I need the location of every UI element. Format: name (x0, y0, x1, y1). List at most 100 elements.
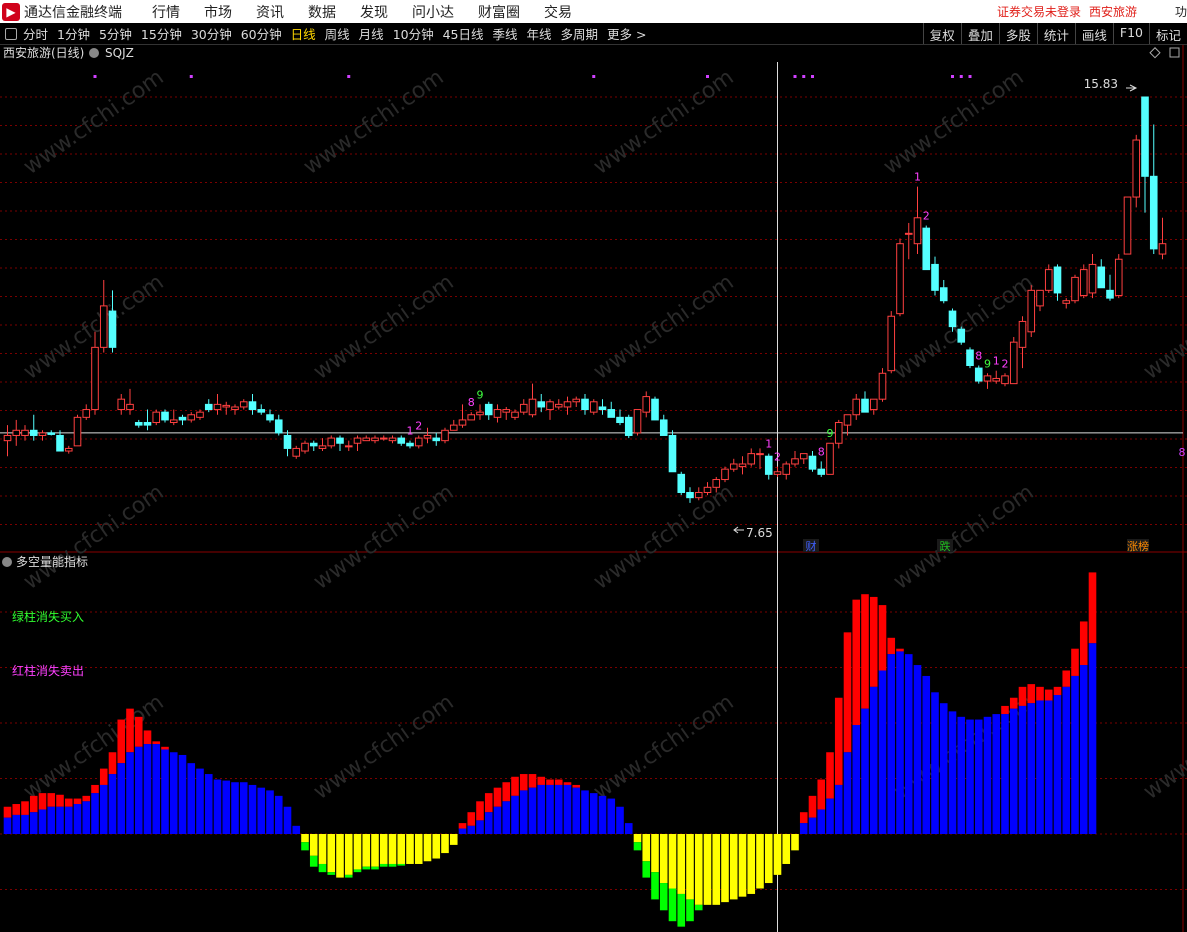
energy-bar-green (642, 861, 651, 878)
candle-body (511, 411, 519, 418)
energy-bar-red (56, 794, 64, 807)
energy-bar-blue (511, 795, 519, 834)
energy-bar-red (117, 719, 126, 764)
right-edge-label: 8 (1179, 446, 1186, 459)
energy-bar-blue (799, 823, 808, 834)
candle-body (1149, 175, 1158, 250)
candle-body (493, 409, 502, 418)
candle-body (64, 447, 73, 452)
energy-bar-red (1071, 648, 1079, 676)
energy-bar-blue (231, 782, 239, 834)
energy-bar-blue (29, 812, 38, 834)
energy-bar-blue (204, 774, 213, 834)
candle-body (344, 445, 353, 448)
energy-bar-yellow (336, 834, 344, 878)
sequence-mark: 2 (1002, 357, 1009, 370)
candle-body (406, 442, 414, 447)
energy-bar-red (887, 637, 896, 655)
watermark-text: www.cfchi.com (589, 65, 738, 180)
energy-bar-red (572, 784, 581, 788)
energy-bar-red (519, 774, 528, 791)
energy-bar-green (327, 872, 336, 875)
candle-body (712, 479, 721, 488)
energy-bar-blue (607, 798, 616, 834)
watermark-text: www.cfchi.com (19, 480, 168, 595)
watermark-text: www.cfchi.com (1139, 690, 1187, 805)
candle-body (791, 458, 799, 465)
energy-bar-red (826, 752, 834, 799)
energy-bar-blue (239, 782, 248, 834)
candle-body (476, 411, 484, 416)
stock-chart[interactable]: www.cfchi.com www.cfchi.com www.cfchi.com w… (0, 0, 1187, 932)
energy-bar-blue (624, 823, 633, 834)
energy-bar-red (3, 806, 12, 818)
energy-bar-yellow (309, 834, 318, 856)
energy-bar-red (12, 804, 21, 815)
candle-body (309, 442, 318, 447)
candle-body (966, 349, 974, 366)
energy-bar-blue (974, 719, 983, 834)
energy-bar-red (126, 708, 134, 753)
energy-bar-blue (948, 711, 957, 834)
energy-bar-blue (257, 787, 266, 834)
sequence-mark: 9 (477, 388, 484, 401)
energy-bar-green (379, 863, 388, 867)
candle-body (283, 434, 292, 449)
energy-bar-blue (1036, 700, 1044, 834)
energy-bar-red (108, 752, 117, 775)
energy-bar-yellow (388, 834, 397, 864)
energy-bar-yellow (633, 834, 642, 843)
candle-body (3, 434, 12, 442)
energy-bar-blue (1018, 705, 1027, 834)
energy-bar-blue (73, 804, 82, 834)
candle-body (659, 419, 668, 436)
energy-bar-blue (47, 806, 56, 834)
energy-bar-blue (64, 806, 73, 834)
candle-body (91, 346, 99, 411)
candle-body (73, 416, 82, 447)
energy-bar-blue (99, 784, 108, 834)
energy-bar-green (651, 872, 659, 900)
energy-bar-yellow (449, 834, 458, 845)
candle-body (747, 453, 756, 465)
energy-bar-blue (91, 793, 99, 834)
candle-body (449, 424, 458, 431)
watermark-text: www.cfchi.com (1139, 270, 1187, 385)
energy-bar-blue (1044, 700, 1053, 834)
candle-body (896, 243, 904, 315)
sequence-mark: 1 (914, 171, 921, 184)
energy-bar-yellow (764, 834, 773, 884)
energy-bar-red (1009, 697, 1018, 709)
candle-body (572, 398, 581, 403)
candle-body (12, 429, 21, 436)
sequence-mark: 2 (415, 419, 422, 432)
energy-bar-blue (484, 812, 493, 834)
energy-bar-yellow (371, 834, 379, 867)
energy-bar-blue (38, 809, 47, 834)
energy-bar-blue (887, 654, 896, 834)
candle-body (843, 414, 852, 426)
candle-body (484, 403, 493, 416)
energy-bar-blue (983, 716, 992, 834)
candle-body (869, 398, 878, 411)
energy-bar-red (546, 779, 554, 785)
signal-dot (93, 75, 97, 78)
candle-body (799, 453, 808, 460)
candle-body (581, 398, 589, 411)
signal-dot (811, 75, 814, 78)
energy-bar-blue (126, 752, 134, 834)
energy-bar-red (852, 599, 861, 725)
candle-body (266, 414, 274, 421)
candle-body (1141, 96, 1149, 177)
candle-body (1062, 300, 1071, 304)
event-marker: 涨榜 (1127, 539, 1149, 553)
energy-bar-green (397, 863, 406, 866)
energy-bar-yellow (721, 834, 729, 903)
candle-body (939, 287, 948, 302)
candle-body (1071, 276, 1079, 302)
candle-body (563, 401, 572, 408)
energy-bar-blue (1053, 695, 1062, 834)
energy-bar-blue (476, 820, 484, 834)
energy-bar-blue (458, 828, 467, 834)
collapse-icon (2, 557, 12, 567)
